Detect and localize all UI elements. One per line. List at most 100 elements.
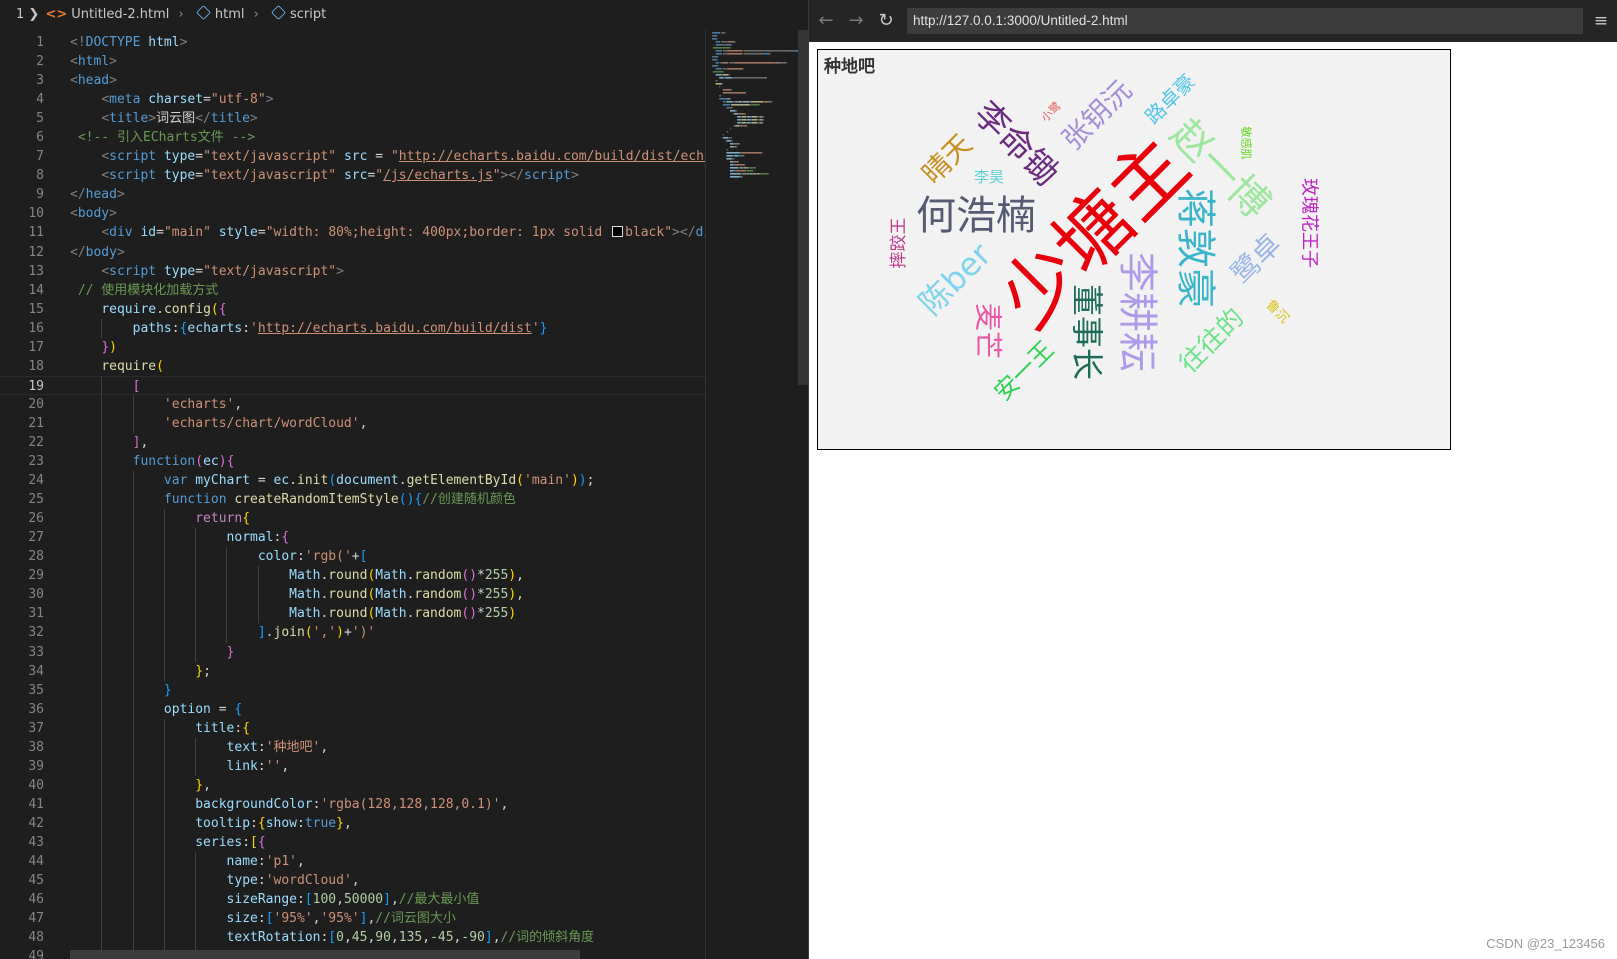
word-cloud-word[interactable]: 李耕耘 [1114,252,1160,372]
code-line[interactable]: 10 <body> [0,204,705,223]
code-line[interactable]: 22 ], [0,432,705,453]
word-cloud-word[interactable]: 李昊 [974,168,1004,186]
code-line[interactable]: 29 Math.round(Math.random()*255), [0,566,705,586]
code-line[interactable]: 39 link:'', [0,756,705,776]
code-line[interactable]: 38 text:'种地吧', [0,737,705,757]
code-line[interactable]: 3 <head> [0,71,705,90]
menu-icon[interactable]: ≡ [1591,8,1611,34]
code-line[interactable]: 5 <title>词云图</title> [0,109,705,128]
code-token: [ [304,892,313,908]
code-line[interactable]: 18 require( [0,357,705,376]
word-cloud-word[interactable]: 小鹭 [1038,99,1063,124]
browser-toolbar: ← → ↻ http://127.0.0.1:3000/Untitled-2.h… [809,0,1617,42]
code-line[interactable]: 19 [ [0,375,705,395]
code-line[interactable]: 41 backgroundColor:'rgba(128,128,128,0.1… [0,794,705,814]
breadcrumb-prefix[interactable]: 1 ❯ [16,0,39,30]
word-cloud-word[interactable]: 董事长 [1068,284,1106,380]
code-line[interactable]: 6 <!-- 引入ECharts文件 --> [0,128,705,147]
code-line[interactable]: 42 tooltip:{show:true}, [0,813,705,833]
code-line[interactable]: 23 function(ec){ [0,452,705,472]
code-line[interactable]: 44 name:'p1', [0,852,705,872]
indent-guide [195,737,197,757]
code-line[interactable]: 26 return{ [0,509,705,529]
word-cloud-word[interactable]: 玫瑰花王子 [1299,178,1320,268]
code-line[interactable]: 17 }) [0,338,705,357]
minimap-mark [730,140,732,142]
code-line[interactable]: 20 'echarts', [0,394,705,414]
word-cloud-word[interactable]: 往往的 [1174,303,1250,379]
code-token: [ [265,911,274,927]
indent-guide [132,756,134,776]
code-line[interactable]: 45 type:'wordCloud', [0,871,705,891]
code-line[interactable]: 21 'echarts/chart/wordCloud', [0,413,705,433]
word-cloud-word[interactable]: 麦芒 [972,303,1005,359]
indent-guide [132,528,134,548]
code-line[interactable]: 30 Math.round(Math.random()*255), [0,585,705,605]
word-cloud-word[interactable]: 摔跤王 [889,218,909,269]
address-bar[interactable]: http://127.0.0.1:3000/Untitled-2.html [907,8,1583,34]
breadcrumb-script[interactable]: script [290,0,326,30]
code-line[interactable]: 34 }; [0,661,705,681]
code-line[interactable]: 33 } [0,642,705,662]
code-line[interactable]: 9 </head> [0,185,705,204]
code-line[interactable]: 47 size:['95%','95%'],//词云图大小 [0,909,705,929]
code-line[interactable]: 28 color:'rgb('+[ [0,547,705,567]
minimap-mark [733,161,735,163]
word-cloud-word[interactable]: 晴天 [916,128,979,191]
back-icon[interactable]: ← [813,8,839,34]
code-token: /js/echarts.js [383,168,493,184]
code-line[interactable]: 40 }, [0,775,705,795]
breadcrumb-html[interactable]: html [215,0,245,30]
minimap-mark [741,119,747,121]
indent-guide [132,566,134,586]
minimap-mark [713,65,718,67]
minimap-mark [766,77,767,79]
code-line[interactable]: 1 <!DOCTYPE html> [0,33,705,52]
indent-guide [101,718,103,738]
code-line[interactable]: 7 <script type="text/javascript" src = "… [0,147,705,166]
code-token: : [257,911,266,927]
reload-icon[interactable]: ↻ [873,8,899,34]
horizontal-scrollbar[interactable] [70,950,580,959]
word-cloud-word[interactable]: 蒋敦豪 [1172,188,1218,308]
code-line[interactable]: 2 <html> [0,52,705,71]
forward-icon[interactable]: → [843,8,869,34]
minimap[interactable] [712,30,798,230]
word-cloud-word[interactable]: 鲁沉 [1262,297,1291,326]
minimap-mark [728,137,731,139]
minimap-mark [750,119,752,121]
code-line[interactable]: 27 normal:{ [0,528,705,548]
code-line[interactable]: 11 <div id="main" style="width: 80%;heig… [0,223,705,242]
code-token: = [203,92,211,108]
code-editor[interactable]: 1 ❯ <> Untitled-2.html › html › script 1 <… [0,0,808,959]
code-line[interactable]: 4 <meta charset="utf-8"> [0,90,705,109]
code-token: createRandomItemStyle [234,492,399,508]
code-line[interactable]: 36 option = { [0,699,705,719]
code-line[interactable]: 24 var myChart = ec.init(document.getEle… [0,471,705,491]
code-line[interactable]: 31 Math.round(Math.random()*255) [0,604,705,624]
code-line[interactable]: 35 } [0,680,705,700]
code-line[interactable]: 16 paths:{echarts:'http://echarts.baidu.… [0,318,705,338]
vertical-scrollbar[interactable] [798,30,808,385]
code-token: '95%' [273,911,313,927]
code-line[interactable]: 37 title:{ [0,718,705,738]
code-line[interactable]: 25 function createRandomItemStyle(){//创建… [0,490,705,510]
minimap-mark [743,53,747,55]
indent-guide [163,642,165,662]
code-line[interactable]: 8 <script type="text/javascript" src="/j… [0,166,705,185]
code-token: title [210,111,250,127]
code-line[interactable]: 14 // 使用模块化加载方式 [0,281,705,300]
code-line[interactable]: 46 sizeRange:[100,50000],//最大最小值 [0,890,705,910]
code-line[interactable]: 15 require.config({ [0,300,705,319]
word-cloud-word[interactable]: 敏感肌 [1240,127,1254,160]
word-cloud-word[interactable]: 鹭卓 [1225,228,1288,291]
code-line[interactable]: 32 ].join(',')+')' [0,623,705,643]
breadcrumb-file[interactable]: Untitled-2.html [71,0,169,30]
code-line[interactable]: 48 textRotation:[0,45,90,135,-45,-90],//… [0,928,705,948]
minimap-mark [730,104,750,106]
word-cloud-word[interactable]: 何浩楠 [916,193,1036,239]
code-line[interactable]: 12 </body> [0,243,705,262]
code-line[interactable]: 13 <script type="text/javascript"> [0,262,705,281]
code-line[interactable]: 43 series:[{ [0,832,705,853]
code-area[interactable]: 1 <!DOCTYPE html> 2 <html> 3 <head> 4 <meta ch… [0,33,705,959]
